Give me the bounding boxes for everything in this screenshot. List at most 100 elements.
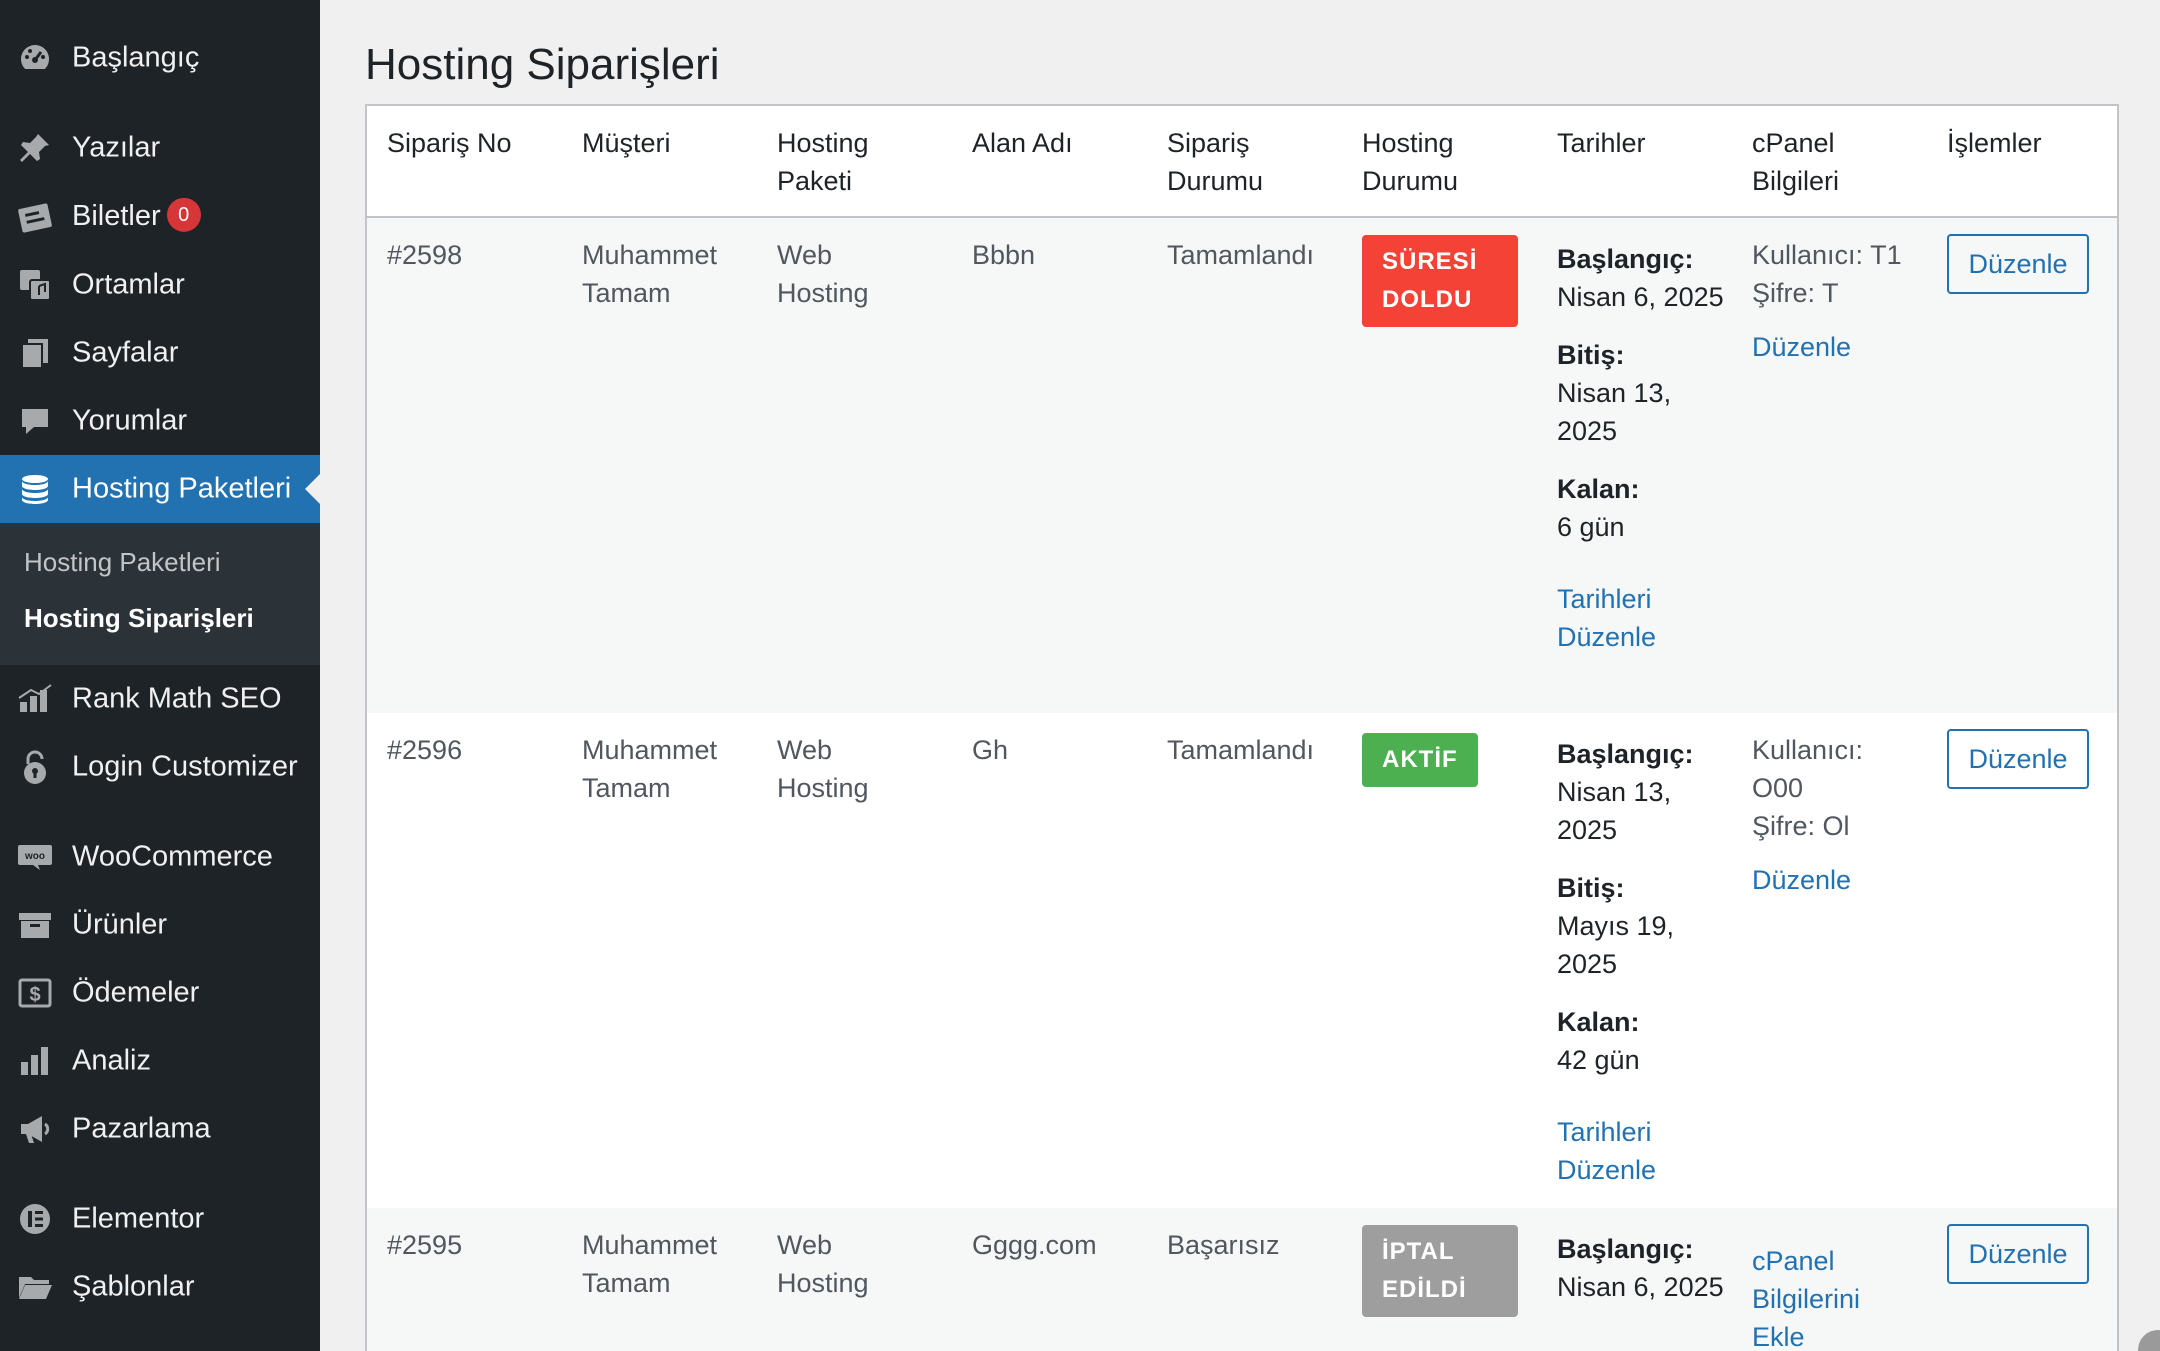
sidebar-item-odemeler[interactable]: $ Ödemeler <box>0 959 320 1027</box>
start-date-label: Başlangıç: <box>1557 244 1694 274</box>
remaining-label: Kalan: <box>1557 474 1640 504</box>
edit-cpanel-link[interactable]: Düzenle <box>1752 328 1922 366</box>
sidebar-item-label: Başlangıç <box>72 41 200 74</box>
hosting-status-badge: İPTAL EDİLDİ <box>1362 1225 1518 1317</box>
sidebar-item-label: Hosting Paketleri <box>72 472 292 505</box>
hosting-status-badge: AKTİF <box>1362 733 1478 787</box>
edit-cpanel-link[interactable]: Düzenle <box>1752 861 1892 899</box>
start-date: Nisan 6, 2025 <box>1557 282 1724 312</box>
domain-name: Gggg.com <box>972 1230 1097 1260</box>
customer-name: Muhammet Tamam <box>582 735 718 803</box>
order-number: #2596 <box>387 735 463 765</box>
sidebar-item-rank-math-seo[interactable]: Rank Math SEO <box>0 665 320 733</box>
package-name: Web Hosting <box>777 1230 869 1298</box>
sidebar-item-label: Şablonlar <box>72 1270 195 1303</box>
orders-table: Sipariş No Müşteri Hosting Paketi Alan A… <box>365 104 2119 1351</box>
end-date-label: Bitiş: <box>1557 340 1625 370</box>
sidebar-item-yazilar[interactable]: Yazılar <box>0 114 320 182</box>
sidebar-item-sablonlar[interactable]: Şablonlar <box>0 1253 320 1321</box>
sidebar-item-label: Ürünler <box>72 908 168 941</box>
elementor-icon <box>16 1200 54 1238</box>
customer-name: Muhammet Tamam <box>582 1230 718 1298</box>
sidebar-item-hosting-paketleri[interactable]: Hosting Paketleri <box>0 455 320 523</box>
column-header-order-no[interactable]: Sipariş No <box>387 124 567 162</box>
column-header-hosting-status[interactable]: Hosting Durumu <box>1362 124 1482 200</box>
table-row: #2595 Muhammet Tamam Web Hosting Gggg.co… <box>367 1208 2117 1351</box>
archive-icon <box>16 906 54 944</box>
order-number: #2595 <box>387 1230 463 1260</box>
cpanel-password: Şifre: Ol <box>1752 811 1850 841</box>
sidebar-item-sayfalar[interactable]: Sayfalar <box>0 319 320 387</box>
sidebar-item-label: Analiz <box>72 1044 151 1077</box>
end-date-label: Bitiş: <box>1557 873 1625 903</box>
dates-block: Başlangıç: Nisan 13, 2025 Bitiş: Mayıs 1… <box>1557 735 1737 1189</box>
sidebar-item-label: Biletler <box>72 199 161 232</box>
table-row: #2596 Muhammet Tamam Web Hosting Gh Tama… <box>367 713 2117 1208</box>
end-date: Mayıs 19, 2025 <box>1557 911 1675 979</box>
edit-dates-link[interactable]: Tarihleri Düzenle <box>1557 1113 1677 1189</box>
page-title: Hosting Siparişleri <box>365 40 720 89</box>
submenu-item-hosting-siparisleri[interactable]: Hosting Siparişleri <box>24 603 254 634</box>
remaining-label: Kalan: <box>1557 1007 1640 1037</box>
sidebar-item-label: Elementor <box>72 1202 205 1235</box>
start-date: Nisan 6, 2025 <box>1557 1272 1724 1302</box>
sidebar-item-label: Ödemeler <box>72 976 200 1009</box>
order-status: Tamamlandı <box>1167 240 1315 270</box>
sidebar-item-yorumlar[interactable]: Yorumlar <box>0 387 320 455</box>
sidebar-item-label: WooCommerce <box>72 840 273 873</box>
pages-icon <box>16 334 54 372</box>
folder-icon <box>16 1268 54 1306</box>
column-header-dates[interactable]: Tarihler <box>1557 124 1727 162</box>
add-cpanel-link[interactable]: cPanel Bilgilerini Ekle <box>1752 1242 1892 1351</box>
start-date: Nisan 13, 2025 <box>1557 777 1672 845</box>
cpanel-info: Kullanıcı: O00 Şifre: Ol Düzenle <box>1752 731 1892 899</box>
column-header-order-status[interactable]: Sipariş Durumu <box>1167 124 1287 200</box>
hosting-submenu: Hosting Paketleri Hosting Siparişleri <box>0 523 320 665</box>
column-header-package[interactable]: Hosting Paketi <box>777 124 897 200</box>
edit-order-button[interactable]: Düzenle <box>1947 729 2089 789</box>
submenu-item-hosting-paketleri[interactable]: Hosting Paketleri <box>24 547 221 578</box>
edit-order-button[interactable]: Düzenle <box>1947 1224 2089 1284</box>
comment-icon <box>16 402 54 440</box>
tickets-icon <box>16 198 54 236</box>
sidebar-item-label: Pazarlama <box>72 1112 211 1145</box>
sidebar-item-label: Yorumlar <box>72 404 187 437</box>
cpanel-user: Kullanıcı: O00 <box>1752 735 1864 803</box>
sidebar-item-login-customizer[interactable]: Login Customizer <box>0 733 320 801</box>
dates-block: Başlangıç: Nisan 6, 2025 Bitiş: Nisan 13… <box>1557 240 1737 656</box>
end-date: Nisan 13, 2025 <box>1557 378 1672 446</box>
database-icon <box>16 470 54 508</box>
column-header-domain[interactable]: Alan Adı <box>972 124 1142 162</box>
media-icon <box>16 266 54 304</box>
domain-name: Bbbn <box>972 240 1036 270</box>
remaining-days: 42 gün <box>1557 1045 1640 1075</box>
order-status: Tamamlandı <box>1167 735 1315 765</box>
column-header-cpanel[interactable]: cPanel Bilgileri <box>1752 124 1872 200</box>
sidebar-item-pazarlama[interactable]: Pazarlama <box>0 1095 320 1163</box>
bar-chart-icon <box>16 1042 54 1080</box>
svg-text:woo: woo <box>24 851 45 862</box>
cpanel-password: Şifre: T <box>1752 278 1839 308</box>
sidebar-item-woocommerce[interactable]: woo WooCommerce <box>0 823 320 891</box>
customer-name: Muhammet Tamam <box>582 240 718 308</box>
sidebar-item-label: Login Customizer <box>72 750 298 783</box>
sidebar-item-elementor[interactable]: Elementor <box>0 1185 320 1253</box>
edit-dates-link[interactable]: Tarihleri Düzenle <box>1557 580 1677 656</box>
cpanel-info: Kullanıcı: T1 Şifre: T Düzenle <box>1752 236 1922 366</box>
column-header-customer[interactable]: Müşteri <box>582 124 742 162</box>
sidebar-item-label: Rank Math SEO <box>72 682 282 715</box>
table-header: Sipariş No Müşteri Hosting Paketi Alan A… <box>367 106 2117 218</box>
sidebar-item-urunler[interactable]: Ürünler <box>0 891 320 959</box>
sidebar-item-ortamlar[interactable]: Ortamlar <box>0 251 320 319</box>
sidebar-item-biletler[interactable]: Biletler 0 <box>0 183 320 251</box>
edit-order-button[interactable]: Düzenle <box>1947 234 2089 294</box>
megaphone-icon <box>16 1110 54 1148</box>
sidebar-item-baslangic[interactable]: Başlangıç <box>0 24 320 92</box>
dates-block: Başlangıç: Nisan 6, 2025 <box>1557 1230 1737 1326</box>
dollar-icon: $ <box>16 974 54 1012</box>
pin-icon <box>16 129 54 167</box>
svg-text:$: $ <box>29 984 40 1006</box>
sidebar-item-analiz[interactable]: Analiz <box>0 1027 320 1095</box>
domain-name: Gh <box>972 735 1009 765</box>
column-header-actions: İşlemler <box>1947 128 2042 158</box>
